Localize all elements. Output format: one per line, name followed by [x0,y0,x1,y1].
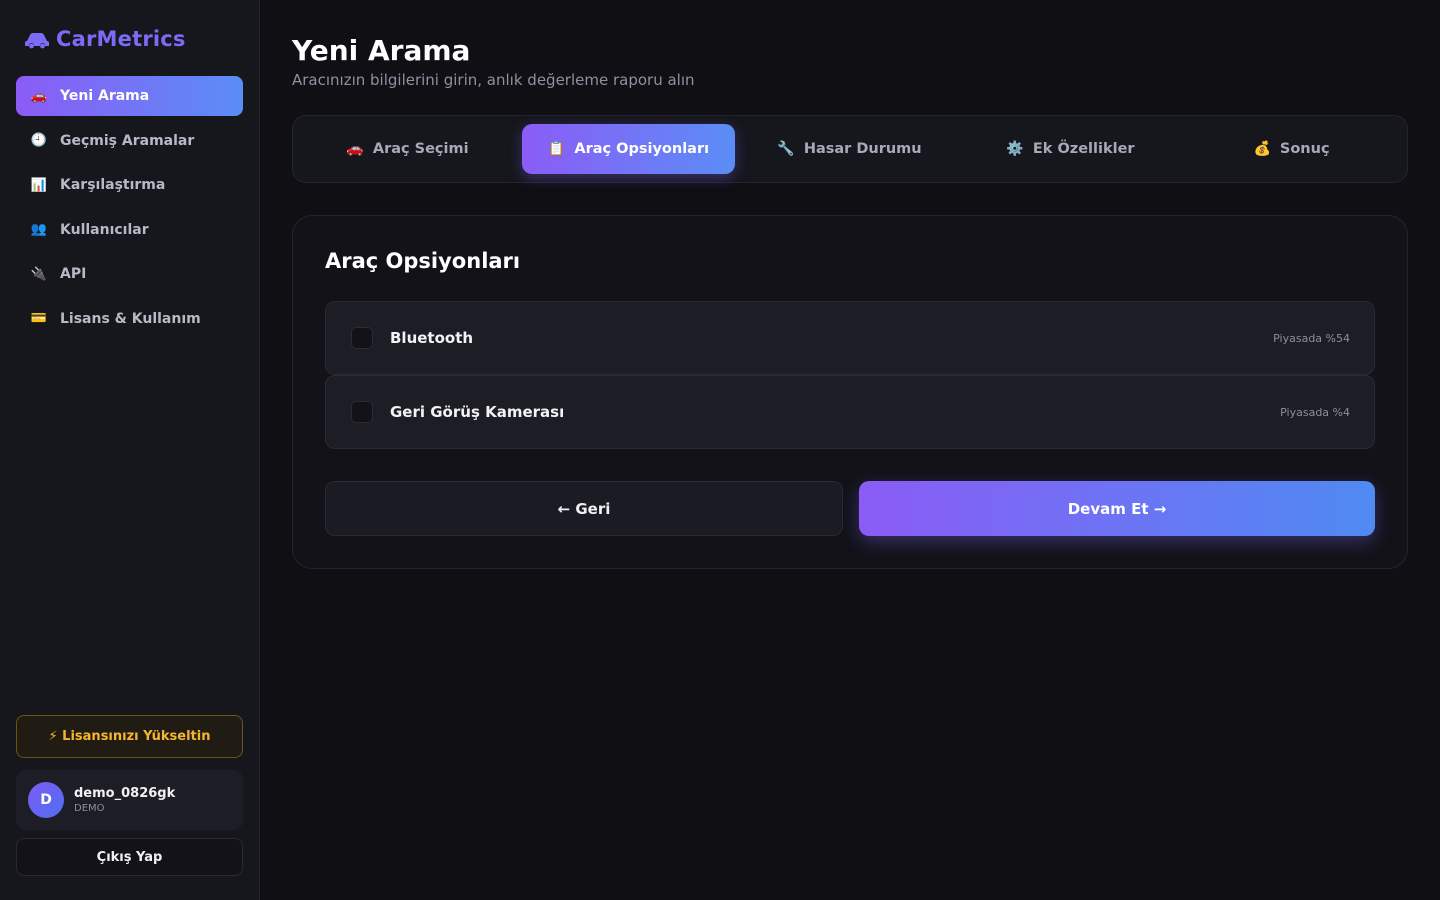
tab-label: Hasar Durumu [803,141,922,157]
sidebar: CarMetrics 🚗 Yeni Arama 🕘 Geçmiş Aramala… [0,0,260,900]
clipboard-icon: 📋 [547,141,566,157]
sidebar-item-label: API [60,266,87,282]
option-rear-camera[interactable]: Geri Görüş Kamerası Piyasada %4 [325,375,1375,449]
option-bluetooth[interactable]: Bluetooth Piyasada %54 [325,301,1375,375]
avatar: D [28,782,64,818]
bar-chart-icon: 📊 [30,177,48,193]
wrench-icon: 🔧 [777,141,795,157]
user-card[interactable]: D demo_0826gk DEMO [16,770,243,830]
tab-ek-ozellikler[interactable]: ⚙️ Ek Özellikler [964,124,1177,174]
options-card: Araç Opsiyonları Bluetooth Piyasada %54 … [292,215,1408,569]
step-tabs: 🚗 Araç Seçimi 📋 Araç Opsiyonları 🔧 Hasar… [292,115,1408,183]
tab-hasar-durumu[interactable]: 🔧 Hasar Durumu [743,124,956,174]
option-checkbox[interactable] [351,327,373,349]
gear-icon: ⚙️ [1006,141,1024,157]
tab-label: Ek Özellikler [1032,141,1135,157]
option-checkbox[interactable] [351,401,373,423]
sidebar-item-yeni-arama[interactable]: 🚗 Yeni Arama [16,76,243,116]
option-market-share: Piyasada %4 [1280,406,1350,419]
clock-icon: 🕘 [30,133,48,148]
page-title: Yeni Arama [292,34,471,67]
sidebar-item-gecmis-aramalar[interactable]: 🕘 Geçmiş Aramalar [16,121,243,161]
sidebar-item-label: Karşılaştırma [60,177,166,193]
logo[interactable]: CarMetrics [24,24,186,54]
option-label: Bluetooth [390,329,474,347]
option-label: Geri Görüş Kamerası [390,403,565,421]
sidebar-item-label: Geçmiş Aramalar [60,132,195,149]
tab-label: Sonuç [1279,141,1330,157]
sidebar-item-api[interactable]: 🔌 API [16,254,243,294]
car-logo-icon [25,33,49,49]
tab-sonuc[interactable]: 💰 Sonuç [1185,124,1398,174]
sidebar-item-kullanicilar[interactable]: 👥 Kullanıcılar [16,210,243,250]
tab-label: Araç Opsiyonları [574,141,710,157]
user-name: demo_0826gk [74,786,176,801]
logout-button[interactable]: Çıkış Yap [16,838,243,876]
user-role: DEMO [74,803,105,814]
car-icon: 🚗 [346,141,364,157]
upgrade-license-button[interactable]: ⚡ Lisansınızı Yükseltin [16,715,243,758]
car-icon: 🚗 [30,88,48,104]
sidebar-item-lisans-kullanim[interactable]: 💳 Lisans & Kullanım [16,299,243,339]
sidebar-item-label: Kullanıcılar [60,221,149,238]
sidebar-nav: 🚗 Yeni Arama 🕘 Geçmiş Aramalar 📊 Karşıla… [16,76,243,343]
app-name: CarMetrics [56,27,186,51]
card-title: Araç Opsiyonları [325,249,521,273]
back-button[interactable]: ← Geri [325,481,843,536]
option-market-share: Piyasada %54 [1273,332,1350,345]
continue-button[interactable]: Devam Et → [859,481,1375,536]
users-icon: 👥 [30,222,48,237]
tab-arac-secimi[interactable]: 🚗 Araç Seçimi [301,124,514,174]
tab-arac-opsiyonlari[interactable]: 📋 Araç Opsiyonları [522,124,735,174]
sidebar-item-karsilastirma[interactable]: 📊 Karşılaştırma [16,165,243,205]
sidebar-item-label: Yeni Arama [60,88,150,104]
sidebar-item-label: Lisans & Kullanım [60,310,201,327]
tab-label: Araç Seçimi [372,141,469,157]
money-bag-icon: 💰 [1253,141,1271,157]
plug-icon: 🔌 [30,266,48,282]
credit-card-icon: 💳 [30,311,48,326]
page-subtitle: Aracınızın bilgilerini girin, anlık değe… [292,71,695,89]
